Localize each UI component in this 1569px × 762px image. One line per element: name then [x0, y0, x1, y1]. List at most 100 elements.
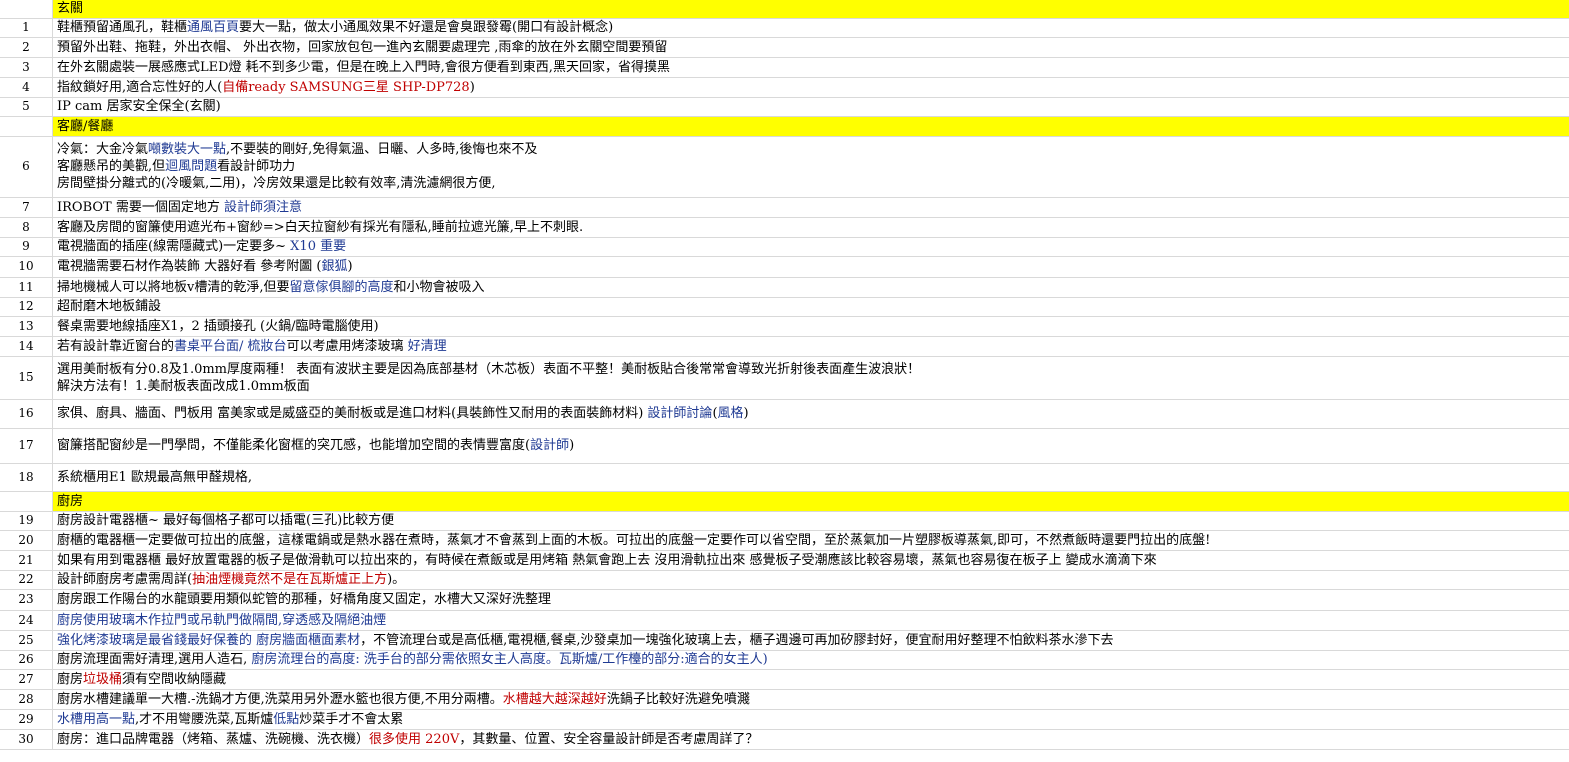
table-row[interactable]: 13 餐桌需要地線插座X1，2 插頭接孔 (火鍋/臨時電腦使用) [0, 316, 1569, 337]
table-row[interactable]: 18 系統櫃用E1 歐規最高無甲醛規格, [0, 463, 1569, 492]
content-cell[interactable]: 強化烤漆玻璃是最省錢最好保養的 廚房牆面櫃面素材，不管流理台或是高低櫃,電視櫃,… [52, 630, 1569, 651]
text-segment: 水槽越大越深越好 [502, 691, 607, 707]
text-segment: 廚房 [57, 671, 84, 687]
section-title-cell[interactable]: 客廳/餐廳 [52, 116, 1569, 137]
content-cell[interactable]: 家俱、廚具、牆面、門板用 富美家或是威盛亞的美耐板或是進口材料(具裝飾性又耐用的… [52, 399, 1569, 429]
table-row[interactable]: 12 超耐磨木地板鋪設 [0, 297, 1569, 317]
content-cell[interactable]: 電視牆需要石材作為裝飾 大器好看 參考附圖 (銀狐) [52, 256, 1569, 278]
content-cell[interactable]: 廚櫃的電器櫃一定要做可拉出的底盤，這樣電鍋或是熱水器在煮時，蒸氣才不會蒸到上面的… [52, 530, 1569, 551]
row-number: 3 [0, 57, 53, 78]
table-row[interactable]: 9 電視牆面的插座(線需隱藏式)一定要多~ X10 重要 [0, 237, 1569, 257]
spreadsheet-body: 玄關 1 鞋櫃預留通風孔，鞋櫃通風百頁要大一點，做太小通風效果不好還是會臭跟發霉(開… [0, 0, 1569, 750]
table-row[interactable]: 19 廚房設計電器櫃~ 最好每個格子都可以插電(三孔)比較方便 [0, 511, 1569, 531]
table-row[interactable]: 27 廚房垃圾桶須有空間收納隱藏 [0, 669, 1569, 690]
section-title-cell[interactable]: 玄關 [52, 0, 1569, 19]
table-row[interactable]: 23 廚房跟工作陽台的水龍頭要用類似蛇管的那種，好橋角度又固定，水槽大又深好洗整… [0, 589, 1569, 611]
table-row[interactable]: 11 掃地機械人可以將地板v槽清的乾淨,但要留意傢俱腳的高度和小物會被吸入 [0, 277, 1569, 298]
text-segment: 電視牆需要石材作為裝飾 大器好看 參考附圖 ( [57, 259, 322, 274]
table-row[interactable]: 4 指紋鎖好用,適合忘性好的人(自備ready SAMSUNG三星 SHP-DP7… [0, 77, 1569, 98]
table-row[interactable]: 7 IROBOT 需要一個固定地方 設計師須注意 [0, 197, 1569, 218]
content-cell[interactable]: 系統櫃用E1 歐規最高無甲醛規格, [52, 463, 1569, 492]
table-row[interactable]: 5 IP cam 居家安全保全(玄關) [0, 97, 1569, 117]
section-header-row[interactable]: 玄關 [0, 0, 1569, 19]
content-cell[interactable]: 預留外出鞋、拖鞋，外出衣帽、 外出衣物，回家放包包一進內玄關要處理完 ,雨傘的放… [52, 37, 1569, 58]
content-cell[interactable]: 掃地機械人可以將地板v槽清的乾淨,但要留意傢俱腳的高度和小物會被吸入 [52, 277, 1569, 298]
text-segment: 須有空間收納隱藏 [122, 671, 227, 687]
cell-line: 廚房流理面需好清理,選用人造石, 廚房流理台的高度: 洗手台的部分需依照女主人高… [57, 651, 1565, 668]
content-cell[interactable]: IROBOT 需要一個固定地方 設計師須注意 [52, 197, 1569, 218]
content-cell[interactable]: 廚房設計電器櫃~ 最好每個格子都可以插電(三孔)比較方便 [52, 511, 1569, 531]
cell-line: 客廳及房間的窗簾使用遮光布+窗紗=>白天拉窗紗有採光有隱私,睡前拉遮光簾,早上不… [57, 219, 1565, 236]
table-row[interactable]: 8 客廳及房間的窗簾使用遮光布+窗紗=>白天拉窗紗有採光有隱私,睡前拉遮光簾,早上… [0, 217, 1569, 238]
table-row[interactable]: 10 電視牆需要石材作為裝飾 大器好看 參考附圖 (銀狐) [0, 256, 1569, 278]
row-number: 8 [0, 217, 53, 238]
table-row[interactable]: 14 若有設計靠近窗台的書桌平台面/ 梳妝台可以考慮用烤漆玻璃 好清理 [0, 336, 1569, 357]
content-cell[interactable]: 廚房使用玻璃木作拉門或吊軌門做隔間,穿透感及隔絕油煙 [52, 610, 1569, 631]
text-segment: 垃圾桶 [83, 671, 123, 687]
content-cell[interactable]: 選用美耐板有分0.8及1.0mm厚度兩種！ 表面有波狀主要是因為底部基材（木芯板… [52, 356, 1569, 400]
text-segment: 玄關 [57, 1, 84, 17]
text-segment: 風格 [717, 406, 744, 421]
cell-line: 家俱、廚具、牆面、門板用 富美家或是威盛亞的美耐板或是進口材料(具裝飾性又耐用的… [57, 405, 1565, 422]
row-number: 23 [0, 589, 53, 611]
content-cell[interactable]: 水槽用高一點,才不用彎腰洗菜,瓦斯爐低點炒菜手才不會太累 [52, 709, 1569, 730]
row-number: 15 [0, 356, 53, 400]
text-segment: 銀狐 [321, 259, 348, 274]
table-row[interactable]: 1 鞋櫃預留通風孔，鞋櫃通風百頁要大一點，做太小通風效果不好還是會臭跟發霉(開口有… [0, 18, 1569, 38]
table-row[interactable]: 16 家俱、廚具、牆面、門板用 富美家或是威盛亞的美耐板或是進口材料(具裝飾性又耐… [0, 399, 1569, 429]
content-cell[interactable]: 窗簾搭配窗紗是一門學問，不僅能柔化窗框的突兀感，也能增加空間的表情豐富度(設計師… [52, 428, 1569, 464]
table-row[interactable]: 2 預留外出鞋、拖鞋，外出衣帽、 外出衣物，回家放包包一進內玄關要處理完 ,雨傘的… [0, 37, 1569, 58]
content-cell[interactable]: 電視牆面的插座(線需隱藏式)一定要多~ X10 重要 [52, 237, 1569, 257]
content-cell[interactable]: 廚房垃圾桶須有空間收納隱藏 [52, 669, 1569, 690]
table-row[interactable]: 21 如果有用到電器櫃 最好放置電器的板子是做滑軌可以拉出來的，有時候在煮飯或是用… [0, 550, 1569, 571]
content-cell[interactable]: 如果有用到電器櫃 最好放置電器的板子是做滑軌可以拉出來的，有時候在煮飯或是用烤箱… [52, 550, 1569, 571]
cell-line: 如果有用到電器櫃 最好放置電器的板子是做滑軌可以拉出來的，有時候在煮飯或是用烤箱… [57, 552, 1565, 569]
text-segment: 自備ready SAMSUNG三星 SHP-DP728 [222, 79, 470, 95]
table-row[interactable]: 20 廚櫃的電器櫃一定要做可拉出的底盤，這樣電鍋或是熱水器在煮時，蒸氣才不會蒸到上… [0, 530, 1569, 551]
table-row[interactable]: 25 強化烤漆玻璃是最省錢最好保養的 廚房牆面櫃面素材，不管流理台或是高低櫃,電視… [0, 630, 1569, 651]
content-cell[interactable]: 廚房跟工作陽台的水龍頭要用類似蛇管的那種，好橋角度又固定，水槽大又深好洗整理 [52, 589, 1569, 611]
table-row[interactable]: 6 冷氣：大金冷氣噸數裝大一點,不要裝的剛好,免得氣溫、日曬、人多時,後悔也來不及… [0, 136, 1569, 198]
content-cell[interactable]: 指紋鎖好用,適合忘性好的人(自備ready SAMSUNG三星 SHP-DP72… [52, 77, 1569, 98]
table-row[interactable]: 3 在外玄關處裝一展感應式LED燈 耗不到多少電，但是在晚上入門時,會很方便看到東… [0, 57, 1569, 78]
row-number: 6 [0, 136, 53, 198]
text-segment: 留意傢俱腳的高度 [289, 279, 394, 295]
cell-line: 選用美耐板有分0.8及1.0mm厚度兩種！ 表面有波狀主要是因為底部基材（木芯板… [57, 361, 1565, 378]
table-row[interactable]: 22 設計師廚房考慮需周詳(抽油煙機竟然不是在瓦斯爐正上方)。 [0, 570, 1569, 590]
text-segment: 噸數裝大一點 [148, 142, 227, 157]
table-row[interactable]: 28 廚房水槽建議單一大槽.-洗鍋才方便,洗菜用另外瀝水籃也很方便,不用分兩槽。水… [0, 689, 1569, 710]
table-row[interactable]: 26 廚房流理面需好清理,選用人造石, 廚房流理台的高度: 洗手台的部分需依照女… [0, 650, 1569, 670]
content-cell[interactable]: 鞋櫃預留通風孔，鞋櫃通風百頁要大一點，做太小通風效果不好還是會臭跟發霉(開口有設… [52, 18, 1569, 38]
text-segment: 炒菜手才不會太累 [299, 711, 404, 727]
section-header-row[interactable]: 廚房 [0, 491, 1569, 512]
content-cell[interactable]: 超耐磨木地板鋪設 [52, 297, 1569, 317]
cell-line: 電視牆需要石材作為裝飾 大器好看 參考附圖 (銀狐) [57, 258, 1565, 275]
cell-line: 客廳/餐廳 [57, 118, 1565, 135]
section-title-cell[interactable]: 廚房 [52, 491, 1569, 512]
content-cell[interactable]: 廚房流理面需好清理,選用人造石, 廚房流理台的高度: 洗手台的部分需依照女主人高… [52, 650, 1569, 670]
table-row[interactable]: 17 窗簾搭配窗紗是一門學問，不僅能柔化窗框的突兀感，也能增加空間的表情豐富度(設… [0, 428, 1569, 464]
content-cell[interactable]: 冷氣：大金冷氣噸數裝大一點,不要裝的剛好,免得氣溫、日曬、人多時,後悔也來不及客… [52, 136, 1569, 198]
text-segment: 廚房 [57, 493, 84, 509]
text-segment: IP cam 居家安全保全(玄關) [57, 99, 221, 114]
content-cell[interactable]: 在外玄關處裝一展感應式LED燈 耗不到多少電，但是在晚上入門時,會很方便看到東西… [52, 57, 1569, 78]
content-cell[interactable]: 設計師廚房考慮需周詳(抽油煙機竟然不是在瓦斯爐正上方)。 [52, 570, 1569, 590]
content-cell[interactable]: IP cam 居家安全保全(玄關) [52, 97, 1569, 117]
text-segment: 廚房設計電器櫃~ 最好每個格子都可以插電(三孔)比較方便 [57, 513, 395, 528]
table-row[interactable]: 29 水槽用高一點,才不用彎腰洗菜,瓦斯爐低點炒菜手才不會太累 [0, 709, 1569, 730]
content-cell[interactable]: 廚房：進口品牌電器（烤箱、蒸爐、洗碗機、洗衣機）很多使用 220V，其數量、位置… [52, 729, 1569, 750]
table-row[interactable]: 15 選用美耐板有分0.8及1.0mm厚度兩種！ 表面有波狀主要是因為底部基材（… [0, 356, 1569, 400]
content-cell[interactable]: 客廳及房間的窗簾使用遮光布+窗紗=>白天拉窗紗有採光有隱私,睡前拉遮光簾,早上不… [52, 217, 1569, 238]
content-cell[interactable]: 若有設計靠近窗台的書桌平台面/ 梳妝台可以考慮用烤漆玻璃 好清理 [52, 336, 1569, 357]
content-cell[interactable]: 廚房水槽建議單一大槽.-洗鍋才方便,洗菜用另外瀝水籃也很方便,不用分兩槽。水槽越… [52, 689, 1569, 710]
row-number: 18 [0, 463, 53, 492]
text-segment: 選用美耐板有分0.8及1.0mm厚度兩種！ 表面有波狀主要是因為底部基材（木芯板… [57, 361, 921, 377]
row-number: 22 [0, 570, 53, 590]
cell-line: 指紋鎖好用,適合忘性好的人(自備ready SAMSUNG三星 SHP-DP72… [57, 79, 1565, 96]
section-header-row[interactable]: 客廳/餐廳 [0, 116, 1569, 137]
table-row[interactable]: 30 廚房：進口品牌電器（烤箱、蒸爐、洗碗機、洗衣機）很多使用 220V，其數量、… [0, 729, 1569, 750]
text-segment: ，其數量、位置、安全容量設計師是否考慮周詳了？ [459, 731, 759, 747]
content-cell[interactable]: 餐桌需要地線插座X1，2 插頭接孔 (火鍋/臨時電腦使用) [52, 316, 1569, 337]
table-row[interactable]: 24 廚房使用玻璃木作拉門或吊軌門做隔間,穿透感及隔絕油煙 [0, 610, 1569, 631]
cell-line: 電視牆面的插座(線需隱藏式)一定要多~ X10 重要 [57, 238, 1565, 255]
